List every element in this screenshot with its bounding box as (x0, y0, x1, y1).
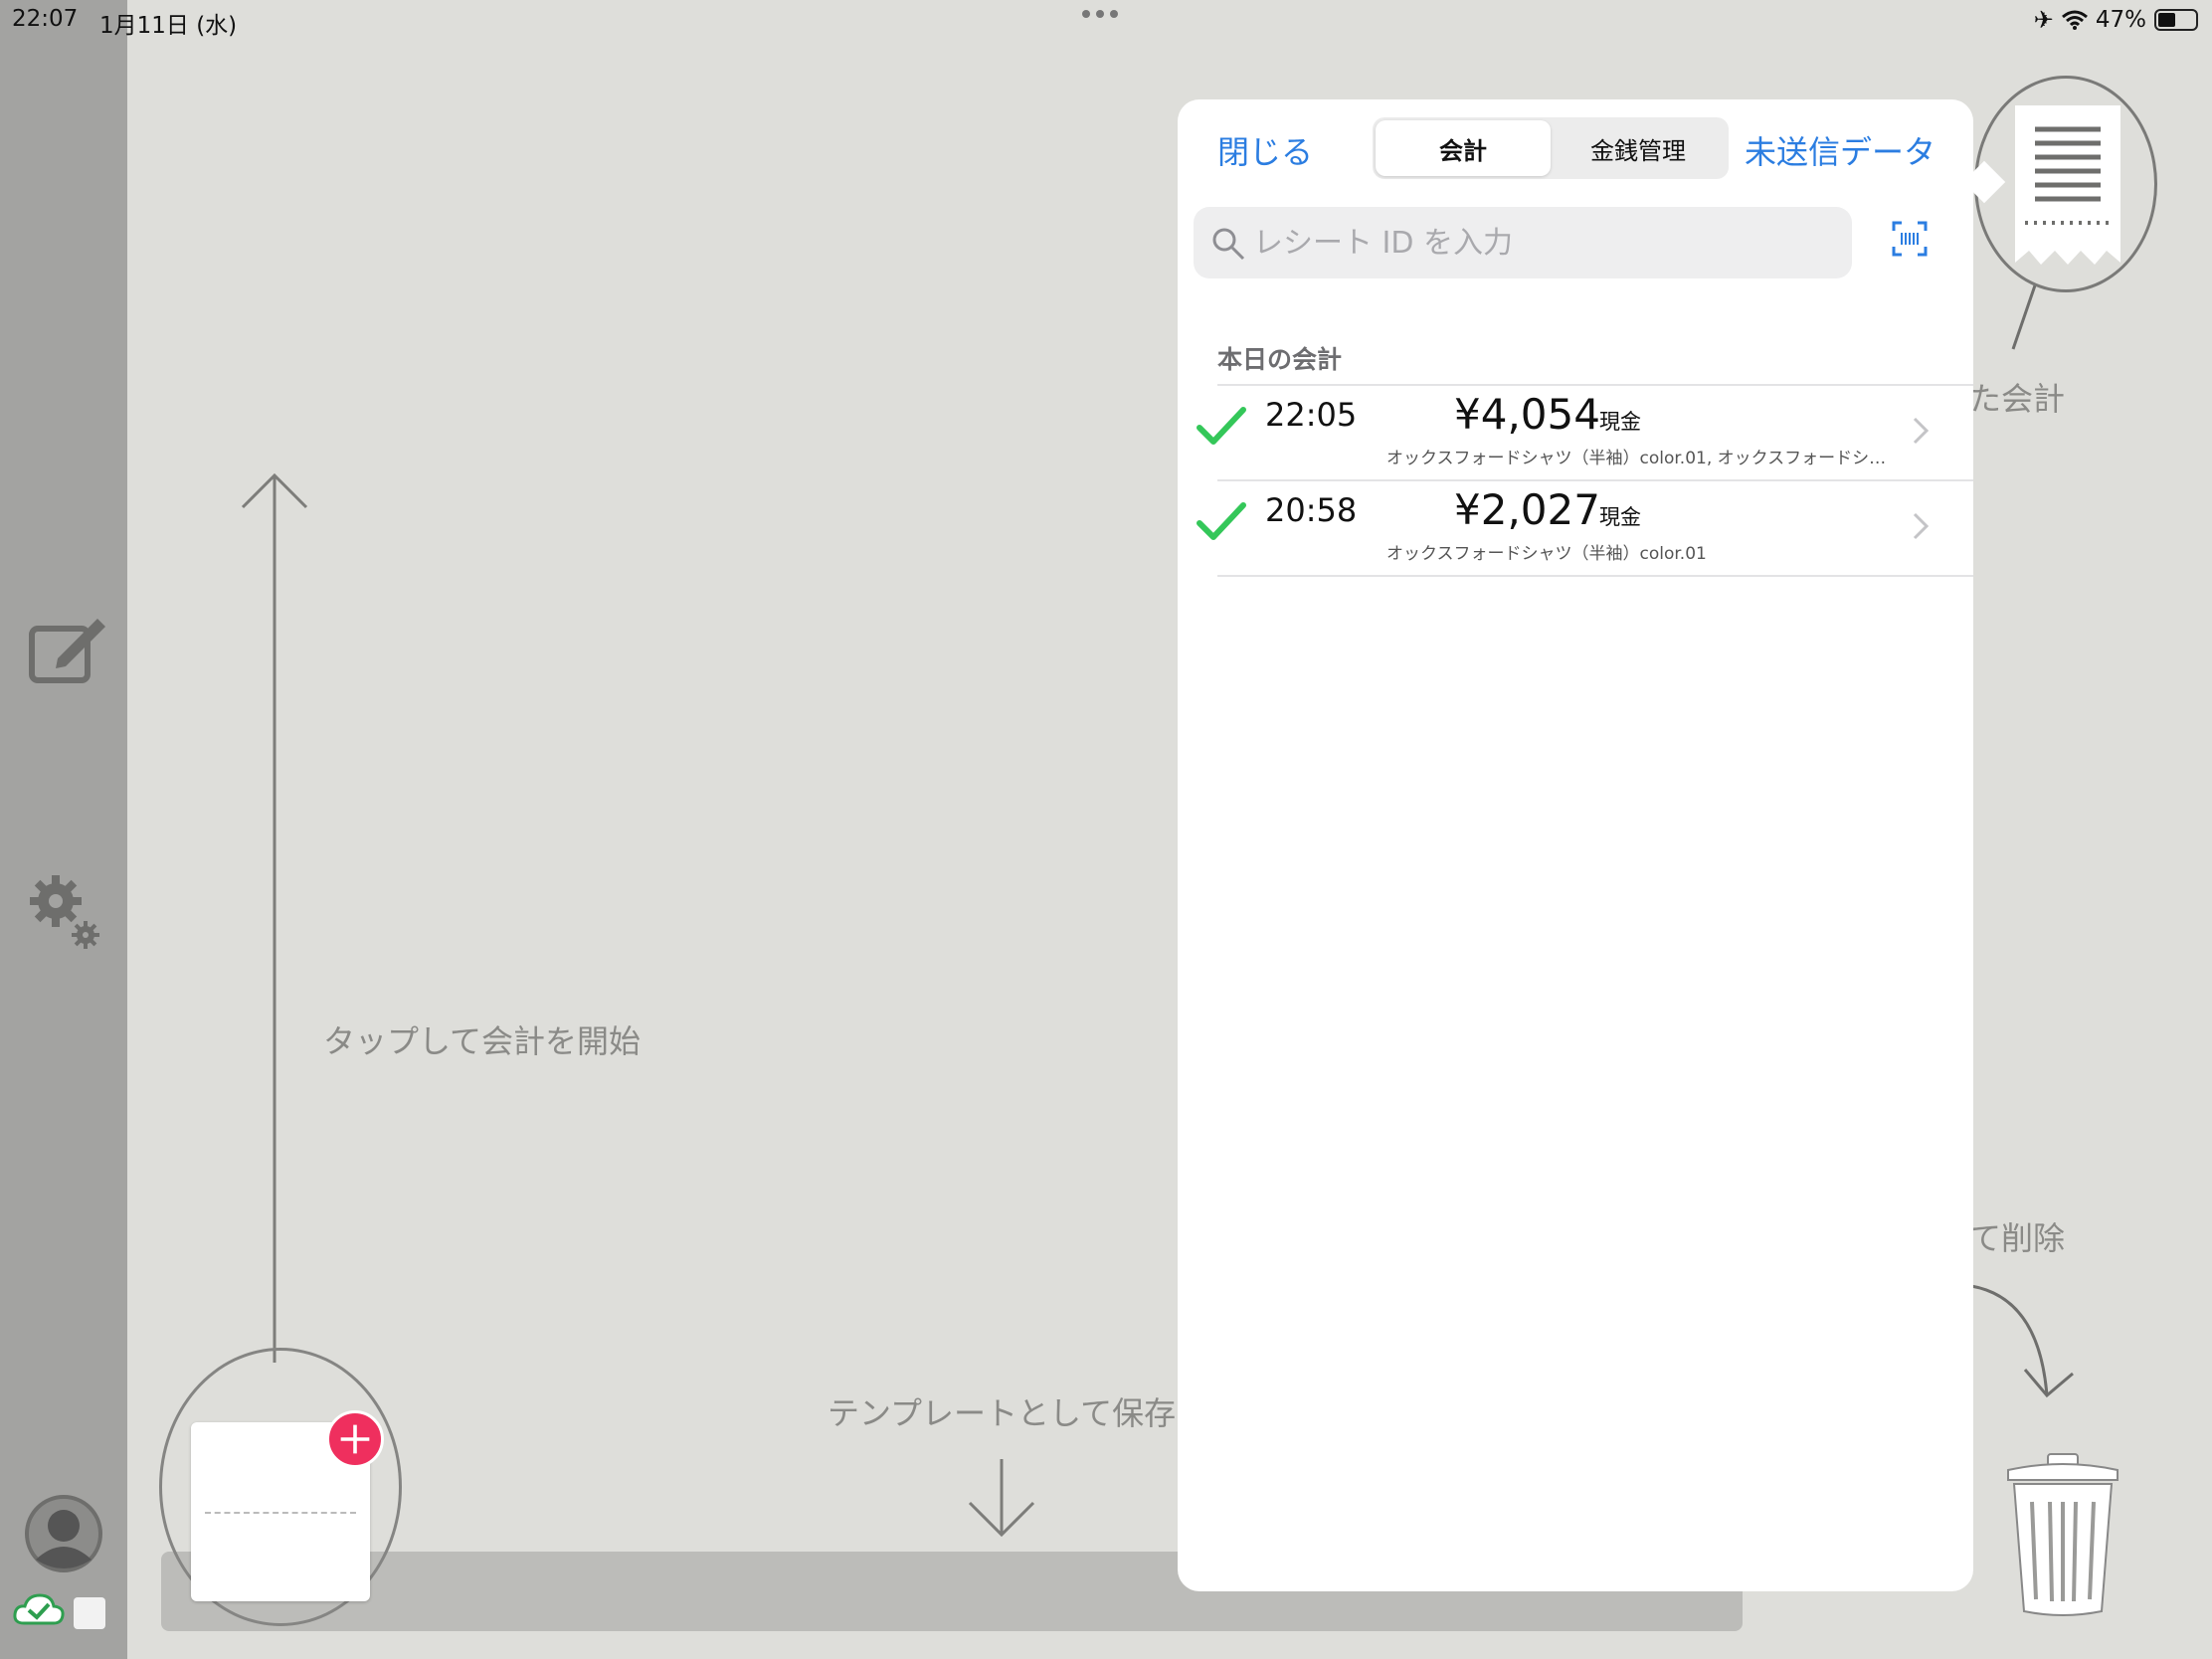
up-arrow-icon (241, 472, 308, 1363)
airplane-icon: ✈ (2033, 6, 2054, 34)
transaction-items: オックスフォードシャツ（半袖）color.01 (1386, 544, 1707, 564)
segmented-control: 会計 金銭管理 (1373, 117, 1729, 179)
battery-percent: 47% (2095, 7, 2146, 33)
unsent-data-button[interactable]: 未送信データ (1745, 127, 1936, 173)
chevron-right-icon (1913, 417, 1930, 445)
transaction-items: オックスフォードシャツ（半袖）color.01, オックスフォードシ… (1386, 449, 1887, 468)
status-time: 22:07 (12, 6, 79, 32)
edit-icon[interactable] (28, 615, 107, 686)
check-icon (1197, 407, 1246, 445)
plus-icon[interactable] (326, 1410, 384, 1468)
receipt-icon[interactable] (2015, 105, 2120, 269)
status-bar: 22:07 1月11日 (水) ✈ 47% (0, 0, 2212, 40)
transaction-row[interactable]: 20:58 ¥2,027 現金 オックスフォードシャツ（半袖）color.01 (1178, 479, 1973, 575)
hint-saved-checkout: た会計 (1969, 380, 2066, 418)
wifi-icon (2061, 10, 2088, 30)
status-date: 1月11日 (水) (99, 13, 238, 39)
hint-save-template: テンプレートとして保存 (828, 1394, 1177, 1432)
down-arrow-icon (968, 1459, 1035, 1538)
cloud-sync-icon (13, 1593, 65, 1625)
tab-cash-management[interactable]: 金銭管理 (1551, 120, 1726, 176)
section-header-today: 本日の会計 (1217, 345, 1343, 374)
checkout-history-popover: 閉じる 会計 金銭管理 未送信データ 本日の会計 22:05 ¥4,054 現金… (1178, 99, 1973, 1591)
user-avatar-icon[interactable] (24, 1494, 103, 1573)
sidebar (0, 0, 127, 1659)
transaction-amount: ¥4,054 (1454, 390, 1600, 439)
pointer-line (2011, 284, 2037, 350)
transaction-time: 20:58 (1265, 491, 1358, 529)
hint-tap-to-start: タップして会計を開始 (323, 1022, 642, 1060)
check-icon (1197, 502, 1246, 540)
tab-checkout[interactable]: 会計 (1376, 120, 1551, 176)
chevron-right-icon (1913, 512, 1930, 540)
search-icon (1212, 228, 1245, 261)
payment-method: 現金 (1599, 505, 1641, 529)
transaction-amount: ¥2,027 (1454, 485, 1600, 534)
receipt-id-input[interactable] (1253, 221, 1830, 265)
close-button[interactable]: 閉じる (1217, 127, 1313, 173)
list-divider (1217, 575, 1973, 577)
payment-method: 現金 (1599, 410, 1641, 434)
trash-icon[interactable] (2004, 1452, 2121, 1617)
curved-arrow-icon (1970, 1284, 2074, 1398)
status-indicators: ✈ 47% (2034, 6, 2198, 34)
hint-drag-delete: て削除 (1969, 1219, 2066, 1257)
transaction-time: 22:05 (1265, 396, 1358, 434)
barcode-scan-icon[interactable] (1892, 221, 1928, 257)
transaction-row[interactable]: 22:05 ¥4,054 現金 オックスフォードシャツ（半袖）color.01,… (1178, 384, 1973, 479)
search-box (1194, 207, 1852, 278)
multitasking-dots-icon[interactable] (1082, 10, 1118, 18)
battery-icon (2154, 9, 2198, 31)
settings-icon[interactable] (28, 873, 103, 951)
status-square (74, 1597, 105, 1629)
